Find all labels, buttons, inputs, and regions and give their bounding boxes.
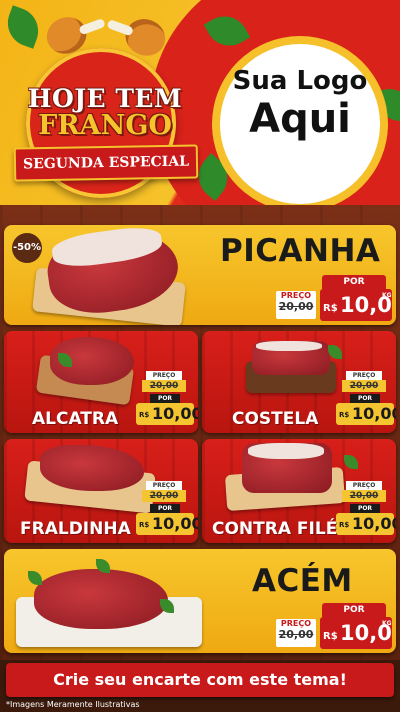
product-name: COSTELA bbox=[232, 409, 319, 429]
old-price: 20,00 bbox=[278, 300, 314, 313]
new-price: 10,00 bbox=[152, 514, 198, 533]
product-board: -50% PICANHA POR PREÇO 20,00 R$ 10,00 KG… bbox=[0, 205, 400, 660]
logo-text-line2: Aqui bbox=[249, 96, 351, 142]
old-price: 20,00 bbox=[342, 490, 386, 502]
price-tag: PREÇO 20,00 POR R$ 10,00 bbox=[136, 481, 198, 535]
unit-label: KG bbox=[382, 620, 392, 627]
currency-symbol: R$ bbox=[139, 411, 150, 419]
old-price-box: PREÇO 20,00 bbox=[276, 291, 316, 319]
new-price-box: R$ 10,00 bbox=[336, 513, 396, 535]
preco-label: PREÇO bbox=[146, 371, 182, 380]
product-name: FRALDINHA bbox=[20, 519, 131, 539]
price-tag: POR PREÇO 20,00 R$ 10,00 KG bbox=[276, 603, 392, 649]
product-card-alcatra: PREÇO 20,00 POR R$ 10,00 ALCATRA bbox=[4, 331, 198, 433]
herb-icon bbox=[28, 571, 42, 585]
currency-symbol: R$ bbox=[323, 631, 338, 642]
headline-line1: HOJE TEM bbox=[27, 84, 183, 113]
old-price: 20,00 bbox=[142, 380, 186, 392]
price-tag: PREÇO 20,00 POR R$ 10,00 bbox=[136, 371, 198, 425]
product-card-fraldinha: PREÇO 20,00 POR R$ 10,00 FRALDINHA bbox=[4, 439, 198, 543]
old-price-box: PREÇO 20,00 bbox=[276, 619, 316, 647]
price-tag: PREÇO 20,00 POR R$ 10,00 bbox=[336, 371, 396, 425]
product-name: ACÉM bbox=[252, 563, 353, 599]
footer: Crie seu encarte com este tema! *Imagens… bbox=[0, 660, 400, 712]
preco-label: PREÇO bbox=[346, 371, 382, 380]
old-price: 20,00 bbox=[278, 628, 314, 641]
new-price-box: R$ 10,00 bbox=[336, 403, 396, 425]
disclaimer-text: *Imagens Meramente Ilustrativas bbox=[6, 700, 140, 709]
new-price-box: R$ 10,00 bbox=[136, 403, 198, 425]
preco-label: PREÇO bbox=[346, 481, 382, 490]
preco-label: PREÇO bbox=[146, 481, 182, 490]
por-label: POR bbox=[150, 504, 180, 513]
currency-symbol: R$ bbox=[339, 521, 350, 529]
por-label: POR bbox=[322, 603, 386, 617]
logo-placeholder: Sua Logo Aqui bbox=[220, 44, 380, 204]
por-label: POR bbox=[350, 394, 380, 403]
headline-line2: FRANGO bbox=[38, 110, 172, 141]
product-name: PICANHA bbox=[220, 233, 381, 269]
product-card-contra-file: PREÇO 20,00 POR R$ 10,00 CONTRA FILÉ bbox=[202, 439, 396, 543]
fat-cap bbox=[248, 443, 324, 459]
old-price: 20,00 bbox=[142, 490, 186, 502]
herb-icon bbox=[328, 345, 342, 359]
price-tag: POR PREÇO 20,00 R$ 10,00 KG bbox=[276, 275, 392, 321]
currency-symbol: R$ bbox=[323, 303, 338, 314]
discount-badge: -50% bbox=[12, 233, 42, 263]
new-price: 10,00 bbox=[152, 404, 198, 423]
currency-symbol: R$ bbox=[139, 521, 150, 529]
promo-header: HOJE TEM FRANGO SEGUNDA ESPECIAL Sua Log… bbox=[0, 0, 400, 205]
herb-icon bbox=[344, 455, 358, 469]
product-card-picanha: -50% PICANHA POR PREÇO 20,00 R$ 10,00 KG bbox=[4, 225, 396, 325]
new-price: 10,00 bbox=[352, 514, 396, 533]
por-label: POR bbox=[150, 394, 180, 403]
new-price-box: R$ 10,00 KG bbox=[320, 289, 392, 321]
product-name: ALCATRA bbox=[32, 409, 119, 429]
new-price-box: R$ 10,00 KG bbox=[320, 617, 392, 649]
chicken-emblem: HOJE TEM FRANGO SEGUNDA ESPECIAL bbox=[10, 11, 200, 203]
currency-symbol: R$ bbox=[339, 411, 350, 419]
por-label: POR bbox=[350, 504, 380, 513]
fraldinha-meat-image bbox=[40, 445, 144, 491]
product-name: CONTRA FILÉ bbox=[212, 519, 338, 539]
old-price: 20,00 bbox=[342, 380, 386, 392]
price-tag: PREÇO 20,00 POR R$ 10,00 bbox=[336, 481, 396, 535]
ribbon-label: SEGUNDA ESPECIAL bbox=[13, 144, 199, 182]
product-card-costela: PREÇO 20,00 POR R$ 10,00 COSTELA bbox=[202, 331, 396, 433]
fat-cap bbox=[256, 341, 322, 351]
por-label: POR bbox=[322, 275, 386, 289]
new-price-box: R$ 10,00 bbox=[136, 513, 198, 535]
unit-label: KG bbox=[382, 292, 392, 299]
logo-text-line1: Sua Logo bbox=[232, 66, 368, 96]
new-price: 10,00 bbox=[352, 404, 396, 423]
cta-banner[interactable]: Crie seu encarte com este tema! bbox=[6, 663, 394, 697]
product-card-acem: ACÉM POR PREÇO 20,00 R$ 10,00 KG bbox=[4, 549, 396, 653]
acem-meat-image bbox=[34, 569, 168, 629]
